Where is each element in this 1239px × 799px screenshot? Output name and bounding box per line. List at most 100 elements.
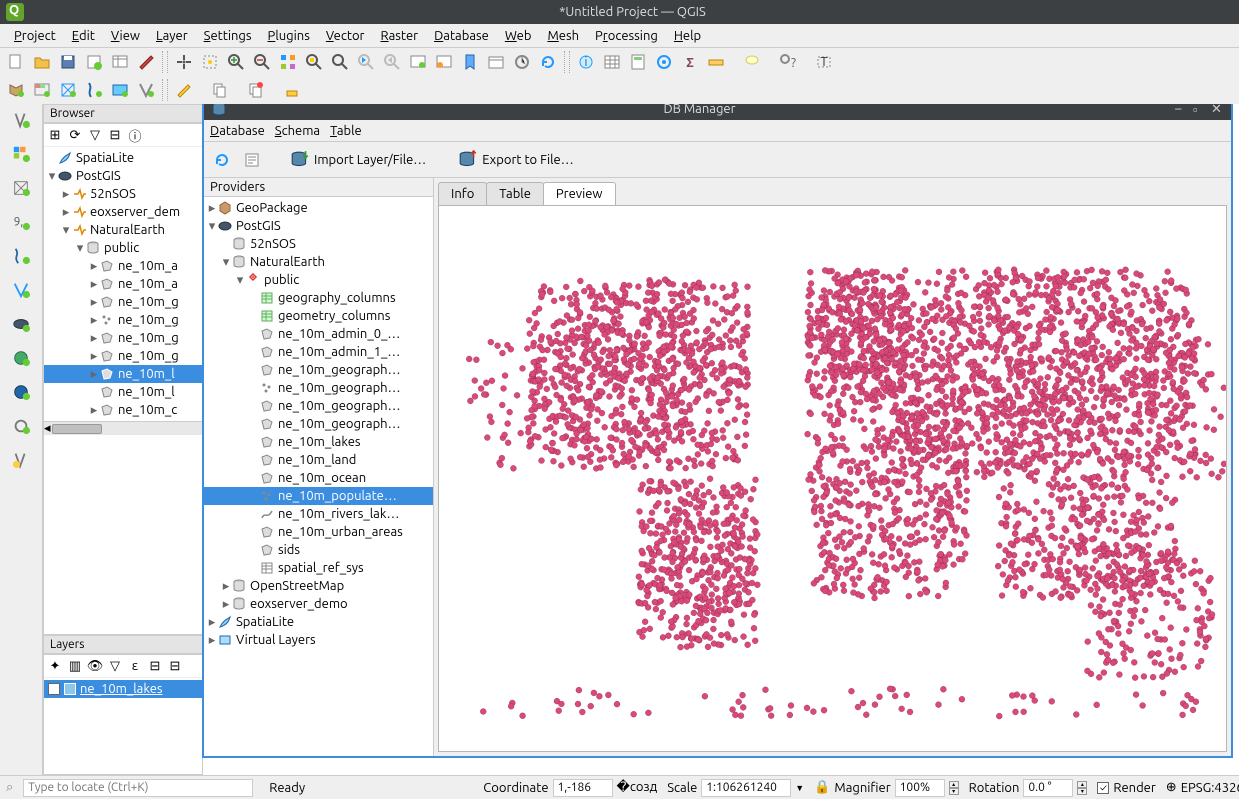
tree-item[interactable]: ne_10m_geograph…	[204, 397, 433, 415]
layer-item[interactable]: ✓ ne_10m_lakes	[44, 680, 202, 698]
paste-style-icon[interactable]	[244, 78, 268, 102]
new-project-icon[interactable]	[4, 50, 28, 74]
tree-item[interactable]: ▸eoxserver_dem	[44, 203, 202, 221]
menu-web[interactable]: Web	[497, 29, 540, 43]
tree-item[interactable]: ne_10m_ocean	[204, 469, 433, 487]
tree-item[interactable]: ▸52nSOS	[44, 185, 202, 203]
tree-item[interactable]: ne_10m_populate…	[204, 487, 433, 505]
tree-item[interactable]: ne_10m_lakes	[204, 433, 433, 451]
tree-item[interactable]: ▾NaturalEarth	[44, 221, 202, 239]
temporal-icon[interactable]	[484, 50, 508, 74]
tree-item[interactable]: ne_10m_land	[204, 451, 433, 469]
zoom-in-icon[interactable]	[224, 50, 248, 74]
spatialite-tool-icon[interactable]	[7, 242, 35, 270]
tree-item[interactable]: ▾NaturalEarth	[204, 253, 433, 271]
locate-input[interactable]	[23, 779, 253, 797]
tab-info[interactable]: Info	[438, 182, 487, 205]
mesh-tool-icon[interactable]	[7, 174, 35, 202]
close-icon[interactable]: ✕	[1211, 104, 1225, 116]
layer-group-icon[interactable]: ▥	[66, 657, 84, 675]
tree-item[interactable]: ne_10m_geograph…	[204, 379, 433, 397]
new-map-view-icon[interactable]	[406, 50, 430, 74]
mag-spinner[interactable]: ▴▾	[949, 781, 959, 795]
menu-processing[interactable]: Processing	[587, 29, 666, 43]
mag-input[interactable]	[895, 779, 945, 797]
tree-item[interactable]: ▾public	[204, 271, 433, 289]
remove-layer-icon[interactable]	[280, 78, 304, 102]
properties-icon[interactable]: ⓘ	[126, 126, 144, 144]
tree-item[interactable]: ▸SpatiaLite	[204, 613, 433, 631]
add-raster-icon[interactable]	[30, 78, 54, 102]
open-project-icon[interactable]	[30, 50, 54, 74]
bookmarks-icon[interactable]	[458, 50, 482, 74]
virtual-tool-icon[interactable]	[7, 276, 35, 304]
tree-item[interactable]: ▸OpenStreetMap	[204, 577, 433, 595]
preview-canvas[interactable]	[438, 205, 1227, 752]
minimize-icon[interactable]: –	[1175, 104, 1189, 116]
pan-to-selection-icon[interactable]	[198, 50, 222, 74]
sigma-icon[interactable]: Σ	[678, 50, 702, 74]
tree-item[interactable]: geometry_columns	[204, 307, 433, 325]
raster-tool-icon[interactable]	[7, 140, 35, 168]
tree-item[interactable]: ▸ne_10m_g	[44, 347, 202, 365]
db-menu-database[interactable]: Database	[210, 124, 265, 138]
postgis-tool-icon[interactable]	[7, 310, 35, 338]
menu-edit[interactable]: Edit	[64, 29, 103, 43]
scale-input[interactable]	[701, 779, 791, 797]
new-vector-icon[interactable]	[7, 446, 35, 474]
field-calc-icon[interactable]	[626, 50, 650, 74]
layer-visibility-checkbox[interactable]: ✓	[48, 683, 60, 695]
layer-expr-icon[interactable]: ε	[126, 657, 144, 675]
menu-plugins[interactable]: Plugins	[260, 29, 318, 43]
tree-item[interactable]: ne_10m_urban_areas	[204, 523, 433, 541]
layers-tree[interactable]: ✓ ne_10m_lakes	[44, 678, 202, 700]
tree-item[interactable]: spatial_ref_sys	[204, 559, 433, 577]
layer-style-icon[interactable]: ✦	[46, 657, 64, 675]
tree-item[interactable]: ne_10m_l	[44, 383, 202, 401]
tree-item[interactable]: ▸ne_10m_g	[44, 311, 202, 329]
copy-style-icon[interactable]	[208, 78, 232, 102]
db-menu-schema[interactable]: Schema	[275, 124, 320, 138]
refresh-browser-icon[interactable]: ⟳	[66, 126, 84, 144]
tree-item[interactable]: sids	[204, 541, 433, 559]
tab-table[interactable]: Table	[486, 182, 544, 205]
tree-item[interactable]: ▸ne_10m_g	[44, 329, 202, 347]
tree-item[interactable]: ▾PostGIS	[204, 217, 433, 235]
menu-project[interactable]: Project	[6, 29, 64, 43]
crs-icon[interactable]: ⊕	[1166, 780, 1177, 795]
layer-expand-icon[interactable]: ⊟	[146, 657, 164, 675]
layer-filter-icon[interactable]: ▽	[106, 657, 124, 675]
wfs-tool-icon[interactable]	[7, 378, 35, 406]
style-manager-icon[interactable]	[134, 50, 158, 74]
select-icon[interactable]: ?	[776, 50, 800, 74]
refresh-icon[interactable]	[536, 50, 560, 74]
collapse-all-icon[interactable]: ⊟	[106, 126, 124, 144]
tree-item[interactable]: ▾PostGIS	[44, 167, 202, 185]
db-refresh-icon[interactable]	[210, 148, 234, 172]
tree-item[interactable]: ne_10m_geograph…	[204, 415, 433, 433]
zoom-out-icon[interactable]	[250, 50, 274, 74]
new-print-layout-icon[interactable]	[82, 50, 106, 74]
browser-hscroll[interactable]: ◂	[44, 421, 202, 435]
map-tips-icon[interactable]	[740, 50, 764, 74]
coord-input[interactable]	[553, 779, 613, 797]
tree-item[interactable]: ▸ne_10m_g	[44, 293, 202, 311]
pan-icon[interactable]	[172, 50, 196, 74]
add-mesh-icon[interactable]	[56, 78, 80, 102]
tree-item[interactable]: ▸eoxserver_demo	[204, 595, 433, 613]
tree-item[interactable]: geography_columns	[204, 289, 433, 307]
new-3d-view-icon[interactable]	[432, 50, 456, 74]
tree-item[interactable]: ne_10m_geograph…	[204, 361, 433, 379]
layer-visibility-icon[interactable]: 👁	[86, 657, 104, 675]
xyz-tool-icon[interactable]	[7, 412, 35, 440]
menu-layer[interactable]: Layer	[148, 29, 196, 43]
text-annotation-icon[interactable]: T	[812, 50, 836, 74]
add-spatialite-icon[interactable]	[108, 78, 132, 102]
rot-spinner[interactable]: ▴▾	[1077, 781, 1087, 795]
rot-input[interactable]	[1023, 779, 1073, 797]
tab-preview[interactable]: Preview	[543, 182, 616, 205]
maximize-icon[interactable]: ▫	[1193, 104, 1207, 116]
tree-item[interactable]: ▸ne_10m_c	[44, 401, 202, 419]
toggle-edit-icon[interactable]	[172, 78, 196, 102]
add-csv-icon[interactable]	[82, 78, 106, 102]
